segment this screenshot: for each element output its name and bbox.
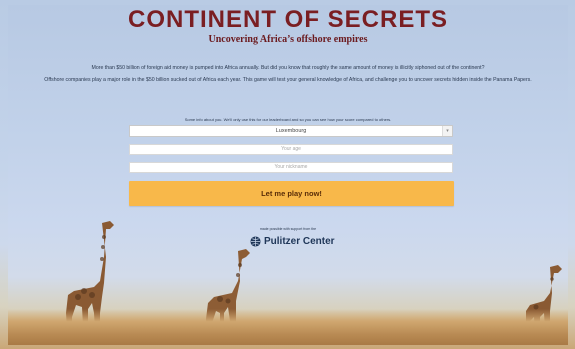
nickname-input[interactable]: Your nickname [129,162,453,173]
page-title: CONTINENT OF SECRETS [127,6,448,33]
support-text: made possible with support from the [259,227,317,231]
intro-text-1: More than $50 billion of foreign aid mon… [91,65,485,71]
form-info-text: Some info about you. We'll only use this… [184,117,392,122]
country-select[interactable]: Luxembourg ▾ [129,125,453,137]
country-select-value: Luxembourg [275,128,307,134]
page-subtitle: Uncovering Africa’s offshore empires [208,34,368,45]
intro-text-2: Offshore companies play a major role in … [44,77,532,83]
savanna-grass [8,309,568,345]
globe-icon [250,235,261,247]
sponsor-name: Pulitzer Center [264,235,335,247]
chevron-down-icon[interactable]: ▾ [442,126,452,136]
game-landing: CONTINENT OF SECRETS Uncovering Africa’s… [8,5,568,345]
age-input[interactable]: Your age [129,144,453,155]
play-button[interactable]: Let me play now! [129,181,454,206]
pulitzer-logo[interactable]: Pulitzer Center [250,235,335,247]
